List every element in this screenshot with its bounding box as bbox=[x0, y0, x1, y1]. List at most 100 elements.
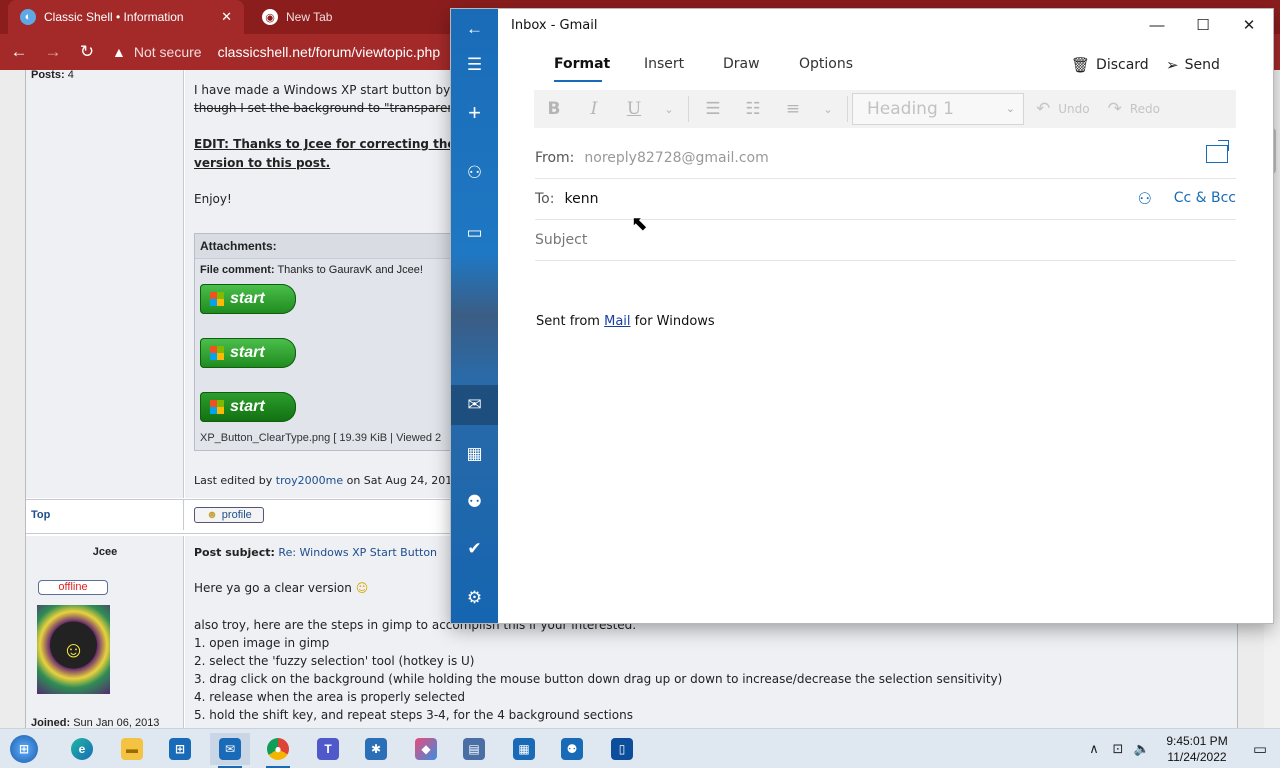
hamburger-menu-icon[interactable]: ☰ bbox=[451, 45, 498, 85]
attachments-box: Attachments: File comment: Thanks to Gau… bbox=[194, 233, 494, 451]
new-mail-plus-icon[interactable]: + bbox=[451, 93, 498, 133]
back-arrow-icon[interactable]: ← bbox=[4, 37, 34, 67]
profile-button[interactable]: ☻ profile bbox=[194, 507, 264, 523]
edge-icon[interactable]: e bbox=[62, 733, 102, 765]
tab-insert[interactable]: Insert bbox=[644, 56, 684, 72]
forward-arrow-icon[interactable]: → bbox=[38, 37, 68, 67]
top-cell: Top bbox=[26, 500, 184, 530]
redo-icon: ↷ bbox=[1107, 99, 1122, 119]
contact-person-icon[interactable]: ⚇ bbox=[1138, 189, 1152, 208]
mail-envelope-icon[interactable]: ✉ bbox=[451, 385, 498, 425]
undo-button[interactable]: ↶ Undo bbox=[1036, 99, 1090, 119]
app-icon[interactable]: ✱ bbox=[356, 733, 396, 765]
start-orb-icon[interactable]: ⊞ bbox=[4, 733, 44, 765]
tab-draw[interactable]: Draw bbox=[723, 56, 760, 72]
popout-window-icon[interactable] bbox=[1206, 140, 1229, 163]
mail-link[interactable]: Mail bbox=[604, 314, 630, 329]
chevron-up-icon[interactable]: ∧ bbox=[1082, 741, 1106, 757]
xp-start-button-image[interactable]: start bbox=[200, 392, 296, 422]
file-comment: File comment: Thanks to GauravK and Jcee… bbox=[200, 264, 423, 276]
tab-new-tab[interactable]: ◉ New Tab bbox=[250, 0, 450, 34]
tab-title: Classic Shell • Information bbox=[44, 10, 184, 24]
post-line: I have made a Windows XP start button by… bbox=[194, 83, 461, 97]
app-icon[interactable]: ▤ bbox=[454, 733, 494, 765]
xp-start-button-image[interactable]: start bbox=[200, 284, 296, 314]
avatar: ☺ bbox=[37, 605, 110, 694]
chevron-down-icon[interactable]: ⌄ bbox=[813, 103, 843, 116]
smiley-icon: ☺ bbox=[355, 581, 369, 595]
numbered-list-icon[interactable]: ☷ bbox=[733, 99, 773, 119]
settings-gear-icon[interactable]: ⚙ bbox=[451, 578, 498, 618]
clock[interactable]: 9:45:01 PM 11/24/2022 bbox=[1154, 733, 1240, 765]
tab-options[interactable]: Options bbox=[799, 56, 853, 72]
send-button[interactable]: ➢ Send bbox=[1166, 56, 1220, 74]
to-field[interactable] bbox=[564, 191, 1065, 207]
mail-titlebar: Inbox - Gmail — ☐ ✕ bbox=[498, 9, 1273, 41]
window-title: Inbox - Gmail bbox=[511, 17, 598, 33]
chrome-favicon-icon: ◉ bbox=[262, 9, 278, 25]
calendar-app-icon[interactable]: ▦ bbox=[504, 733, 544, 765]
back-arrow-icon[interactable]: ← bbox=[451, 9, 498, 49]
from-row[interactable]: From: noreply82728@gmail.com bbox=[535, 138, 1236, 179]
last-edited: Last edited by troy2000me on Sat Aug 24,… bbox=[194, 474, 470, 487]
clock-time: 9:45:01 PM bbox=[1166, 734, 1228, 748]
windows-logo-icon bbox=[210, 400, 224, 414]
people-icon[interactable]: ⚉ bbox=[451, 482, 498, 522]
url-omnibox[interactable]: ▲ Not secure classicshell.net/forum/view… bbox=[112, 38, 452, 66]
from-value[interactable]: noreply82728@gmail.com bbox=[584, 150, 768, 166]
calendar-icon[interactable]: ▦ bbox=[451, 434, 498, 474]
folder-icon[interactable]: ▭ bbox=[451, 213, 498, 253]
step-line: 4. release when the area is properly sel… bbox=[194, 690, 466, 704]
message-body[interactable]: Sent from Mail for Windows bbox=[536, 314, 715, 329]
top-link[interactable]: Top bbox=[31, 509, 50, 521]
notification-icon[interactable]: ▭ bbox=[1240, 740, 1280, 758]
cc-bcc-button[interactable]: Cc & Bcc bbox=[1174, 190, 1236, 206]
ribbon-tabs: Format Insert Draw Options 🗑 Discard ➢ Sen… bbox=[498, 51, 1273, 82]
tab-classic-shell[interactable]: ◐ Classic Shell • Information ✕ bbox=[8, 0, 244, 34]
reload-icon[interactable]: ↻ bbox=[72, 37, 102, 67]
to-label: To: bbox=[535, 191, 555, 207]
align-icon[interactable]: ≡ bbox=[773, 99, 813, 119]
file-explorer-icon[interactable]: ▬ bbox=[112, 733, 152, 765]
post-subject: Post subject: Re: Windows XP Start Butto… bbox=[194, 546, 438, 559]
discard-button[interactable]: 🗑 Discard bbox=[1071, 56, 1149, 74]
url-text[interactable]: classicshell.net/forum/viewtopic.php bbox=[218, 44, 441, 60]
bullet-list-icon[interactable]: ☰ bbox=[693, 99, 733, 119]
profile-icon: ☻ bbox=[206, 509, 218, 521]
network-icon[interactable]: ⊡ bbox=[1106, 741, 1130, 757]
store-icon[interactable]: ⊞ bbox=[160, 733, 200, 765]
chrome-icon[interactable]: ● bbox=[258, 733, 298, 768]
close-tab-icon[interactable]: ✕ bbox=[221, 9, 232, 25]
chevron-down-icon[interactable]: ⌄ bbox=[654, 103, 684, 116]
close-icon[interactable]: ✕ bbox=[1226, 9, 1272, 41]
underline-button[interactable]: U bbox=[614, 99, 654, 119]
maximize-icon[interactable]: ☐ bbox=[1180, 9, 1226, 41]
reply-line: Here ya go a clear version ☺ bbox=[194, 581, 369, 595]
paint-icon[interactable]: ◆ bbox=[406, 733, 446, 765]
app-icon[interactable]: ▯ bbox=[602, 733, 642, 765]
warning-triangle-icon[interactable]: ▲ bbox=[112, 44, 126, 60]
joined-date: Joined: Sun Jan 06, 2013 bbox=[31, 717, 160, 728]
last-edited-user-link[interactable]: troy2000me bbox=[276, 474, 343, 487]
mail-compose-window: ← ☰ + ⚇ ▭ ✉ ▦ ⚉ ✔ ⚙ Inbox - Gmail — ☐ ✕ … bbox=[451, 9, 1273, 623]
xp-start-button-image[interactable]: start bbox=[200, 338, 296, 368]
todo-check-icon[interactable]: ✔ bbox=[451, 529, 498, 569]
teams-icon[interactable]: T bbox=[308, 733, 348, 765]
people-app-icon[interactable]: ⚉ bbox=[552, 733, 592, 765]
windows-logo-icon bbox=[210, 292, 224, 306]
redo-button[interactable]: ↷ Redo bbox=[1108, 99, 1160, 119]
windows-logo-icon bbox=[210, 346, 224, 360]
italic-button[interactable]: I bbox=[574, 99, 614, 119]
security-label[interactable]: Not secure bbox=[134, 44, 202, 60]
bold-button[interactable]: B bbox=[534, 99, 574, 119]
tab-format[interactable]: Format bbox=[554, 56, 610, 72]
format-toolbar: B I U ⌄ ☰ ☷ ≡ ⌄ Heading 1 ⌄ ↶ Undo ↷ Redo bbox=[534, 90, 1236, 128]
account-person-icon[interactable]: ⚇ bbox=[451, 153, 498, 193]
trash-icon: 🗑 bbox=[1071, 56, 1091, 74]
volume-icon[interactable]: 🔈 bbox=[1130, 741, 1154, 757]
mail-app-icon[interactable]: ✉ bbox=[210, 733, 250, 768]
heading-style-select[interactable]: Heading 1 ⌄ bbox=[852, 93, 1024, 125]
author-name[interactable]: Jcee bbox=[26, 546, 184, 558]
mouse-cursor-icon: ⬉ bbox=[631, 213, 648, 235]
minimize-icon[interactable]: — bbox=[1134, 9, 1180, 41]
